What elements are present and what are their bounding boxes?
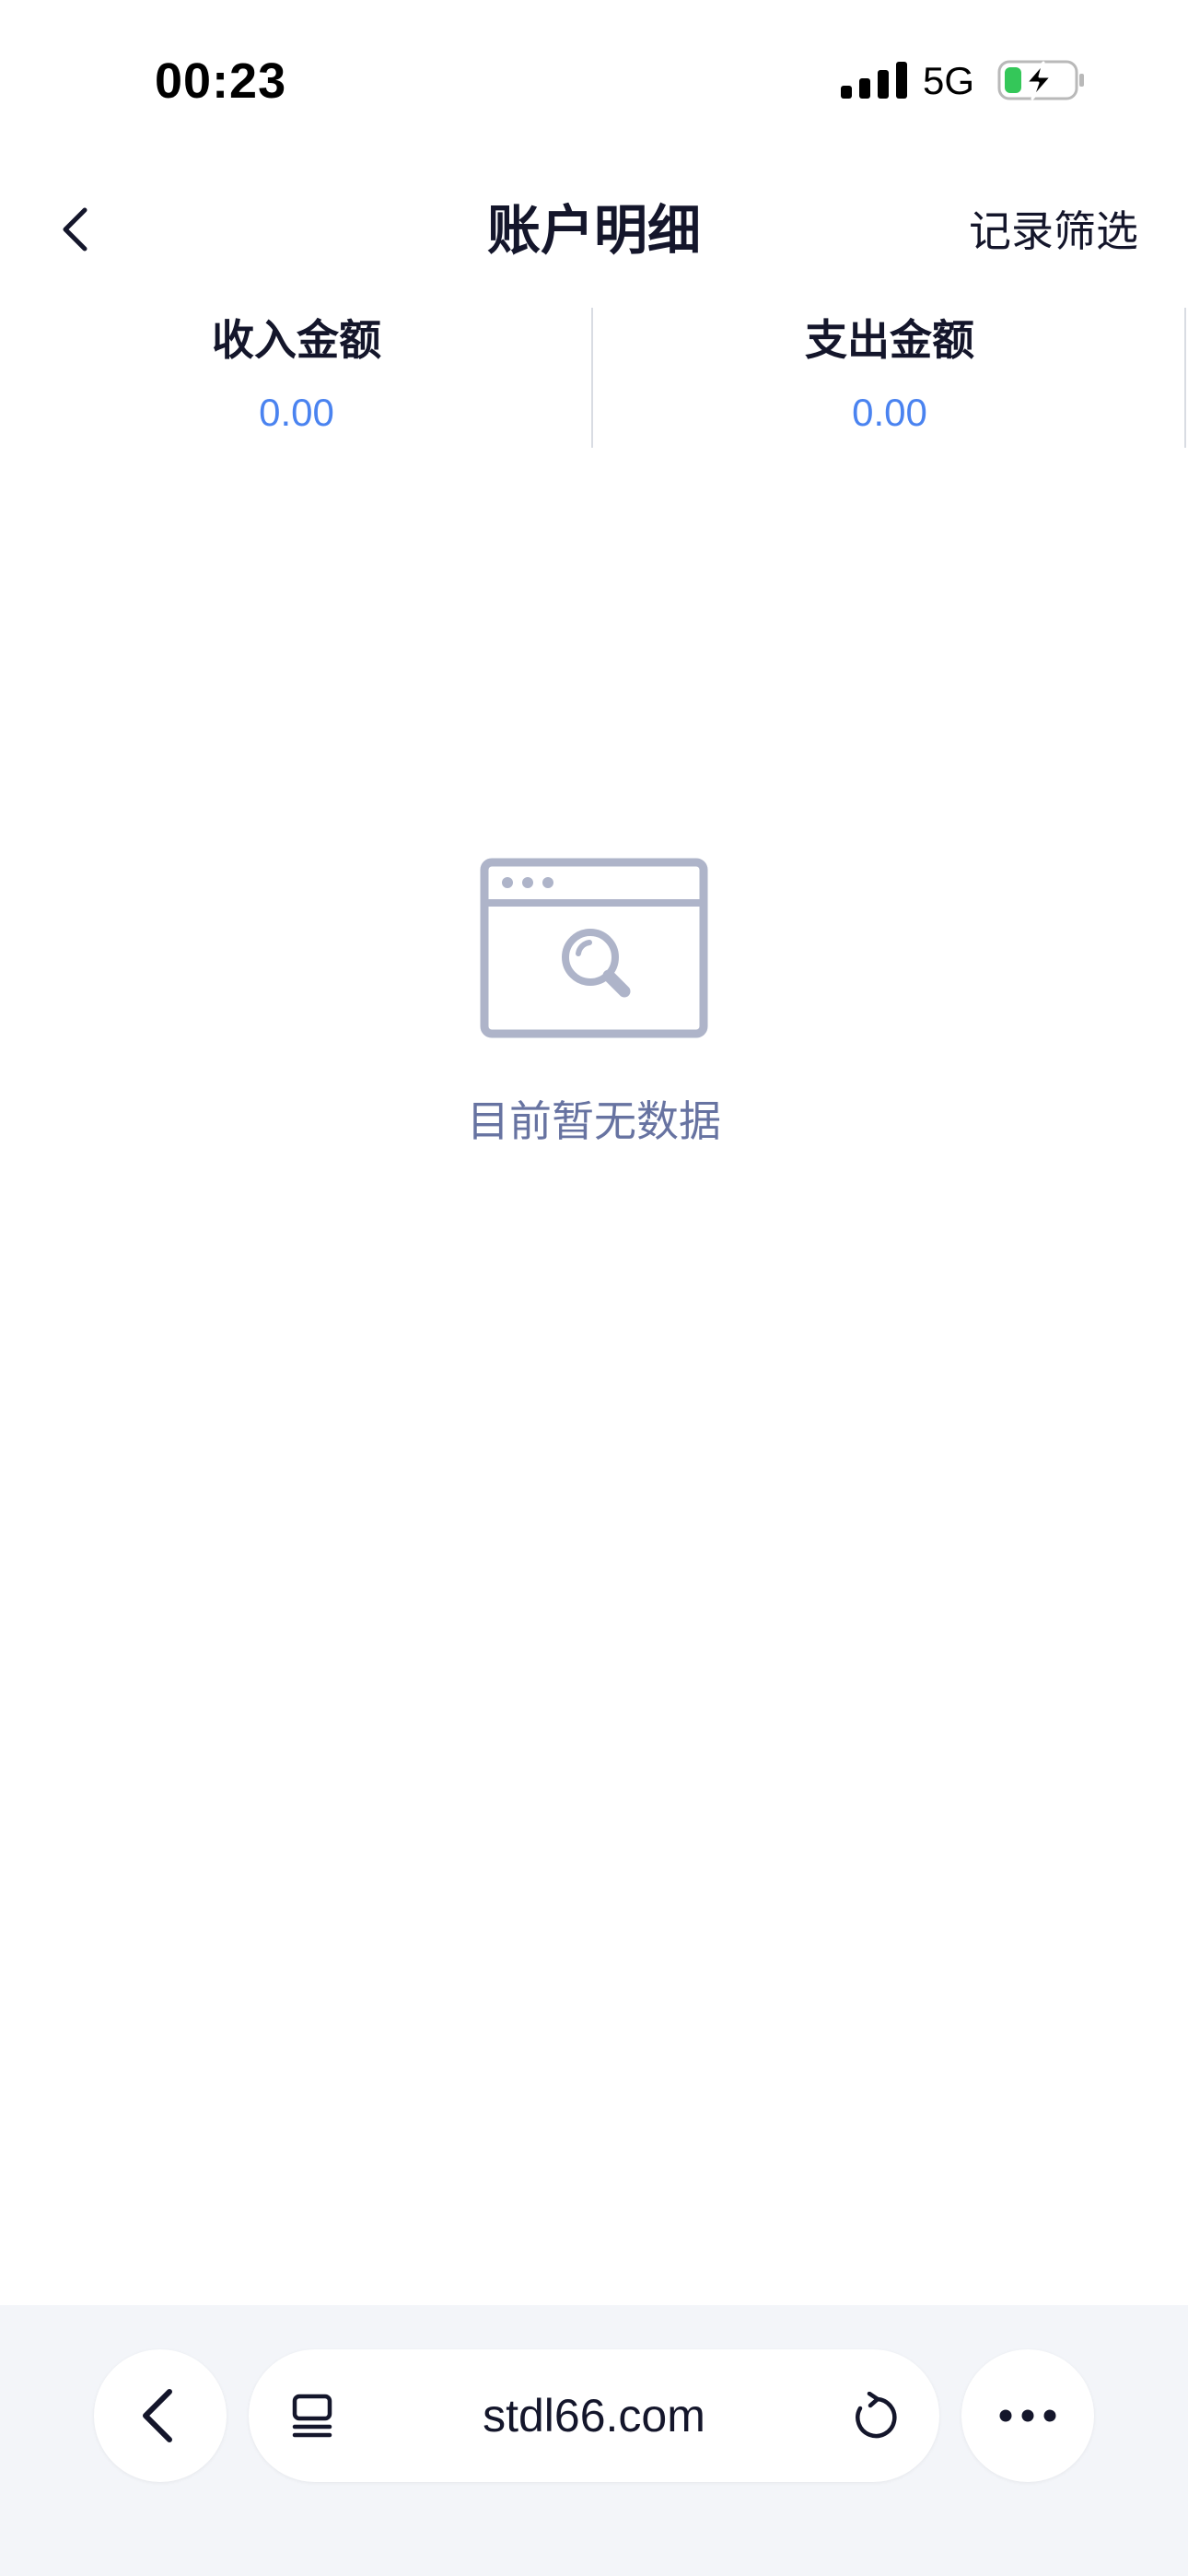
browser-window-search-icon xyxy=(480,858,708,1038)
status-time: 00:23 xyxy=(155,53,287,109)
empty-state: 目前暂无数据 xyxy=(0,857,1188,1150)
chevron-left-icon xyxy=(143,2389,172,2442)
income-value: 0.00 xyxy=(259,391,334,434)
expense-label: 支出金额 xyxy=(805,315,974,365)
expense-summary: 支出金额 0.00 xyxy=(593,304,1186,451)
record-filter-button[interactable]: 记录筛选 xyxy=(969,203,1138,260)
browser-back-button[interactable] xyxy=(94,2349,227,2482)
nav-bar: 账户明细 记录筛选 xyxy=(0,166,1188,295)
expense-value: 0.00 xyxy=(852,391,927,434)
amount-summary: 收入金额 0.00 支出金额 0.00 xyxy=(0,304,1188,451)
cellular-signal-icon xyxy=(841,62,907,99)
summary-divider-right xyxy=(1184,308,1186,448)
url-text[interactable]: stdl66.com xyxy=(249,2386,939,2445)
network-label: 5G xyxy=(923,59,975,102)
empty-message: 目前暂无数据 xyxy=(467,1096,721,1146)
reload-icon[interactable] xyxy=(849,2392,897,2440)
income-label: 收入金额 xyxy=(212,315,381,365)
income-summary: 收入金额 0.00 xyxy=(0,304,593,451)
browser-toolbar: stdl66.com xyxy=(0,2305,1188,2576)
address-bar[interactable]: stdl66.com xyxy=(249,2349,939,2482)
browser-more-button[interactable] xyxy=(961,2349,1094,2482)
status-bar: 00:23 5G xyxy=(0,0,1188,166)
more-horizontal-icon xyxy=(999,2409,1056,2422)
battery-charging-icon xyxy=(997,60,1084,100)
